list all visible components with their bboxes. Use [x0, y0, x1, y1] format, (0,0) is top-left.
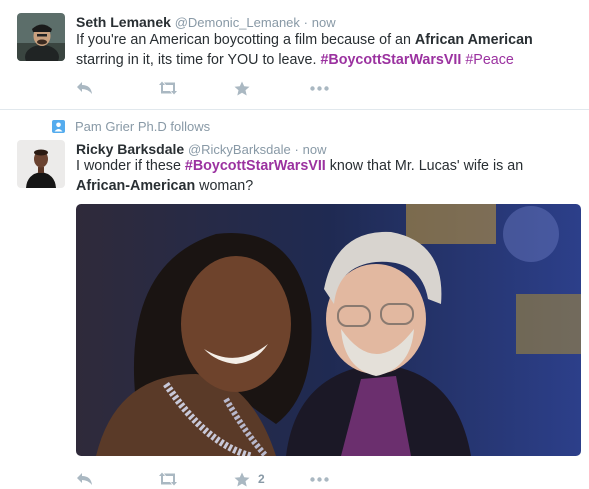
more-button[interactable] — [310, 85, 329, 91]
reply-icon — [77, 473, 92, 485]
favorite-count: 2 — [258, 472, 265, 486]
hashtag-link[interactable]: #BoycottStarWarsVII — [185, 158, 326, 174]
retweet-button[interactable] — [158, 81, 234, 95]
social-context: Pam Grier Ph.D follows — [52, 119, 210, 134]
tweet-actions: 2 — [76, 469, 329, 489]
retweet-button[interactable] — [158, 472, 234, 486]
tweet-header: Ricky Barksdale @RickyBarksdale · now — [76, 141, 326, 157]
reply-button[interactable] — [76, 472, 158, 486]
tweet[interactable]: Seth Lemanek @Demonic_Lemanek · now If y… — [0, 0, 589, 110]
tweet-actions — [76, 78, 329, 98]
text-bold: African-American — [76, 177, 196, 194]
star-icon — [234, 81, 250, 95]
text-span: know that Mr. Lucas' wife is an — [325, 158, 524, 174]
username[interactable]: @RickyBarksdale — [188, 142, 291, 157]
favorite-button[interactable]: 2 — [234, 472, 310, 487]
tweet-header: Seth Lemanek @Demonic_Lemanek · now — [76, 14, 336, 30]
avatar[interactable] — [17, 13, 65, 61]
reply-icon — [77, 82, 92, 94]
tweet-text: If you're an American boycotting a film … — [76, 31, 576, 70]
star-icon — [234, 472, 250, 486]
timestamp[interactable]: now — [303, 142, 327, 157]
tweet-text: I wonder if these #BoycottStarWarsVII kn… — [76, 157, 576, 196]
separator: · — [294, 142, 299, 157]
context-label[interactable]: Pam Grier Ph.D follows — [75, 119, 210, 134]
separator: · — [303, 15, 309, 30]
text-bold: African American — [414, 32, 533, 48]
person-icon — [52, 120, 65, 133]
text-span: woman? — [195, 177, 254, 194]
text-span: If you're an American boycotting a film … — [76, 32, 415, 48]
text-span: I wonder if these — [76, 158, 185, 174]
username[interactable]: @Demonic_Lemanek — [175, 15, 300, 30]
hashtag-link[interactable]: #BoycottStarWarsVII — [320, 52, 461, 68]
more-icon — [310, 85, 329, 91]
display-name[interactable]: Ricky Barksdale — [76, 141, 184, 157]
timestamp[interactable]: now — [312, 15, 336, 30]
tweet[interactable]: Pam Grier Ph.D follows Ricky Barksdale @… — [0, 110, 589, 487]
hashtag-link[interactable]: #Peace — [465, 52, 514, 68]
favorite-button[interactable] — [234, 81, 310, 96]
avatar[interactable] — [17, 140, 65, 188]
retweet-icon — [159, 81, 177, 95]
display-name[interactable]: Seth Lemanek — [76, 14, 171, 30]
more-icon — [310, 476, 329, 482]
retweet-icon — [159, 472, 177, 486]
more-button[interactable] — [310, 476, 329, 482]
text-span: starring in it, its time for YOU to leav… — [76, 51, 321, 68]
reply-button[interactable] — [76, 81, 158, 95]
tweet-photo[interactable] — [76, 204, 581, 456]
